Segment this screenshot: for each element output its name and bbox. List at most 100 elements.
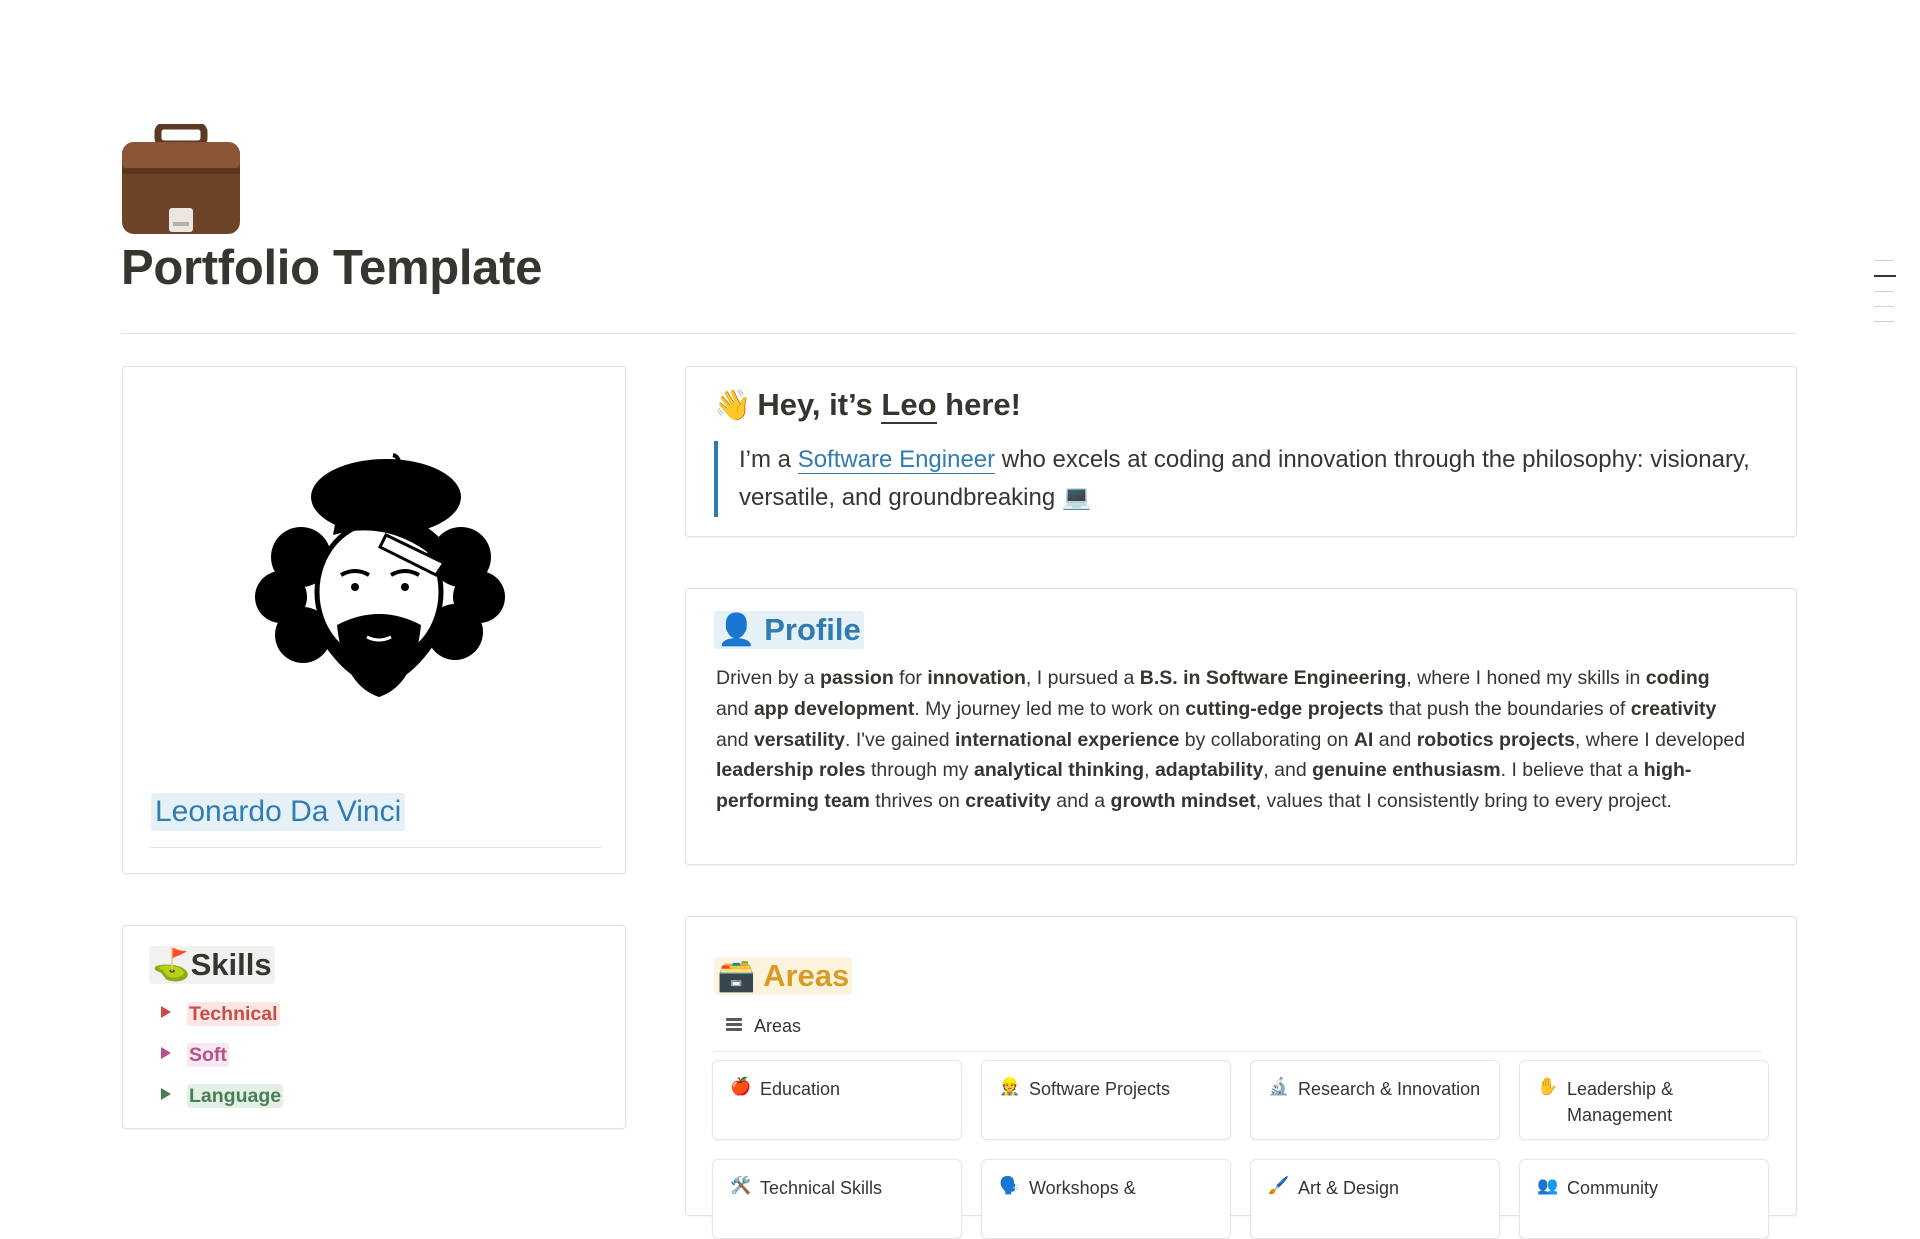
profile-text-run: by collaborating on xyxy=(1179,728,1354,751)
gallery-card-title[interactable]: Software Projects xyxy=(1029,1076,1219,1102)
areas-section: 🗃️ Areas Areas 🍎 Education 👷 Software Pr… xyxy=(685,916,1797,1239)
toggle-label[interactable]: Technical xyxy=(187,1002,280,1026)
toc-line[interactable] xyxy=(1874,260,1894,261)
divider xyxy=(149,847,601,848)
gallery-card-title[interactable]: Community xyxy=(1567,1175,1757,1201)
laptop-icon: 💻 xyxy=(1061,484,1092,511)
intro-heading: 👋 Hey, it’s Leo here! xyxy=(714,387,1021,424)
profile-highlight: versatility xyxy=(753,728,846,751)
profile-highlight: coding xyxy=(1645,667,1710,689)
toc-line[interactable] xyxy=(1874,321,1894,322)
toc-line[interactable] xyxy=(1874,291,1894,292)
intro-heading-prefix: Hey, it’s xyxy=(757,387,882,422)
gallery-card-community[interactable]: 👥 Community xyxy=(1519,1159,1769,1239)
profile-highlight: innovation xyxy=(927,667,1026,689)
profile-text-run: , where I honed my skills in xyxy=(1406,667,1646,689)
profile-text-run: and xyxy=(716,697,754,720)
gallery-card-title[interactable]: Research & Innovation xyxy=(1298,1076,1488,1102)
profile-highlight: passion xyxy=(820,667,894,689)
profile-text-run: Driven by a xyxy=(716,667,821,689)
gallery-card-title[interactable]: Education xyxy=(760,1076,950,1102)
profile-highlight: cutting-edge projects xyxy=(1185,697,1384,720)
avatar-illustration xyxy=(241,447,511,697)
gallery-card-education[interactable]: 🍎 Education xyxy=(712,1060,962,1140)
profile-highlight: adaptability xyxy=(1154,759,1264,782)
intro-name-link[interactable]: Leo xyxy=(881,387,937,424)
gallery-card-workshops[interactable]: 🗣️ Workshops & xyxy=(981,1159,1231,1239)
profile-name[interactable]: Leonardo Da Vinci xyxy=(151,793,406,831)
table-of-contents-rail[interactable] xyxy=(1874,260,1896,336)
profile-text-run: , and xyxy=(1263,759,1313,782)
toc-line-active[interactable] xyxy=(1874,275,1896,277)
skills-section: ⛳Skills Technical Soft Language xyxy=(122,925,626,1129)
profile-text-run: that push the boundaries of xyxy=(1383,697,1631,720)
quote-prefix: I’m a xyxy=(739,446,798,473)
database-title-text[interactable]: Areas xyxy=(754,1016,801,1037)
intro-callout: 👋 Hey, it’s Leo here! I’m a Software Engi… xyxy=(685,366,1797,537)
profile-text-run: for xyxy=(893,667,928,689)
profile-heading: 👤 Profile xyxy=(714,611,864,649)
gallery-card-art-design[interactable]: 🖌️ Art & Design xyxy=(1250,1159,1500,1239)
toggle-soft[interactable]: Soft xyxy=(161,1043,229,1067)
profile-heading-text: Profile xyxy=(764,612,861,647)
profile-section: 👤 Profile Driven by a passion for innova… xyxy=(685,588,1797,865)
briefcase-icon[interactable] xyxy=(120,122,242,236)
toggle-triangle-icon[interactable] xyxy=(161,1047,171,1059)
gallery-card-software-projects[interactable]: 👷 Software Projects xyxy=(981,1060,1231,1140)
gallery-card-title[interactable]: Art & Design xyxy=(1298,1175,1488,1201)
profile-text-run: . I believe that a xyxy=(1500,759,1644,782)
toggle-language[interactable]: Language xyxy=(161,1084,284,1108)
profile-highlight: app development xyxy=(753,697,915,720)
database-title[interactable]: Areas xyxy=(714,1005,1762,1052)
gallery-card-technical-skills[interactable]: 🛠️ Technical Skills xyxy=(712,1159,962,1239)
skills-heading-text: Skills xyxy=(190,947,272,982)
profile-text-run: . I've gained xyxy=(845,728,955,751)
profile-text-run: and xyxy=(716,728,754,751)
profile-highlight: analytical thinking xyxy=(973,759,1145,782)
profile-text-run: , I pursued a xyxy=(1025,667,1140,689)
profile-highlight: AI xyxy=(1353,728,1374,751)
profile-text-run: thrives on xyxy=(869,790,966,813)
gallery-card-research[interactable]: 🔬 Research & Innovation xyxy=(1250,1060,1500,1140)
card-file-box-icon: 🗃️ xyxy=(717,958,756,993)
intro-quote: I’m a Software Engineer who excels at co… xyxy=(714,441,1779,517)
toggle-label[interactable]: Language xyxy=(187,1084,284,1108)
intro-heading-suffix: here! xyxy=(936,387,1021,422)
gallery-card-title[interactable]: Workshops & xyxy=(1029,1175,1219,1201)
profile-highlight: creativity xyxy=(965,790,1051,813)
role-link[interactable]: Software Engineer xyxy=(797,446,996,474)
gallery-card-title[interactable]: Leadership & Management xyxy=(1567,1076,1757,1128)
profile-highlight: genuine enthusiasm xyxy=(1312,759,1501,782)
construction-worker-icon: 👷 xyxy=(999,1077,1021,1096)
person-icon: 👤 xyxy=(717,612,756,647)
profile-text-run: . My journey led me to work on xyxy=(914,697,1186,720)
profile-text-run: , values that I consistently bring to ev… xyxy=(1255,790,1672,813)
profile-text-run: , xyxy=(1144,759,1155,782)
profile-highlight: leadership roles xyxy=(716,759,866,782)
skills-heading: ⛳Skills xyxy=(149,946,275,984)
waving-hand-icon: 👋 xyxy=(714,389,752,422)
toggle-technical[interactable]: Technical xyxy=(161,1002,280,1026)
profile-highlight: international experience xyxy=(954,728,1180,751)
profile-highlight: B.S. in Software Engineering xyxy=(1139,667,1407,689)
people-icon: 👥 xyxy=(1537,1176,1559,1195)
toggle-triangle-icon[interactable] xyxy=(161,1006,171,1018)
raised-hand-icon: ✋ xyxy=(1537,1077,1559,1096)
gallery-card-leadership[interactable]: ✋ Leadership & Management xyxy=(1519,1060,1769,1140)
toggle-triangle-icon[interactable] xyxy=(161,1088,171,1100)
areas-heading-text: Areas xyxy=(763,958,850,993)
gallery-card-title[interactable]: Technical Skills xyxy=(760,1175,950,1201)
profile-text-run: and xyxy=(1373,728,1417,751)
toggle-label[interactable]: Soft xyxy=(187,1043,229,1067)
title-divider xyxy=(121,333,1796,334)
profile-highlight: robotics projects xyxy=(1416,728,1575,751)
apple-icon: 🍎 xyxy=(730,1077,752,1096)
profile-text-run: through my xyxy=(865,759,974,782)
paintbrush-icon: 🖌️ xyxy=(1268,1176,1290,1195)
speaking-head-icon: 🗣️ xyxy=(999,1176,1021,1195)
profile-paragraph: Driven by a passion for innovation, I pu… xyxy=(716,663,1746,817)
toc-line[interactable] xyxy=(1874,306,1894,307)
page-title: Portfolio Template xyxy=(121,241,543,295)
areas-heading: 🗃️ Areas xyxy=(714,957,853,995)
flag-in-hole-icon: ⛳ xyxy=(152,947,191,982)
